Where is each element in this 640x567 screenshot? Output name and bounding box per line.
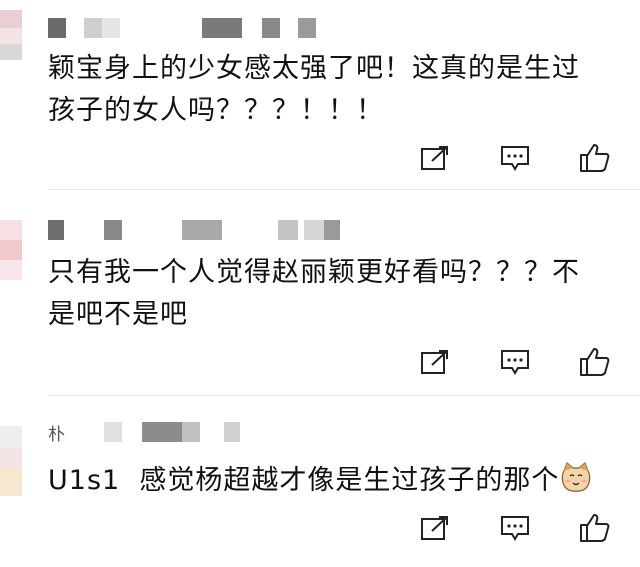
comment-actions bbox=[418, 344, 612, 380]
comment-item-3: 朴 U1s1 感觉杨超越才像是生过孩子的那个 bbox=[0, 396, 640, 567]
avatar[interactable] bbox=[0, 426, 22, 496]
comment-item-1: 颖宝身上的少女感太强了吧！这真的是生过 孩子的女人吗？？？！！！ bbox=[0, 0, 640, 190]
comment-item-2: 只有我一个人觉得赵丽颖更好看吗？？？不 是吧不是吧 bbox=[0, 190, 640, 396]
comment-text: 只有我一个人觉得赵丽颖更好看吗？？？不 是吧不是吧 bbox=[48, 257, 580, 330]
share-icon[interactable] bbox=[418, 345, 452, 379]
share-icon[interactable] bbox=[418, 511, 452, 545]
username-blurred[interactable] bbox=[48, 220, 358, 242]
thumbs-up-icon[interactable] bbox=[578, 141, 612, 175]
comment-icon[interactable] bbox=[498, 511, 532, 545]
share-icon[interactable] bbox=[418, 141, 452, 175]
avatar[interactable] bbox=[0, 10, 22, 60]
comment-text-body: U1s1 感觉杨超越才像是生过孩子的那个 bbox=[48, 465, 560, 496]
comment-text: 颖宝身上的少女感太强了吧！这真的是生过 孩子的女人吗？？？！！！ bbox=[48, 53, 580, 126]
comment-icon[interactable] bbox=[498, 345, 532, 379]
comment-actions bbox=[418, 510, 612, 546]
username-glyph: 朴 bbox=[48, 425, 65, 445]
thumbs-up-icon[interactable] bbox=[578, 511, 612, 545]
username-blurred[interactable]: 朴 bbox=[48, 422, 278, 445]
thumbs-up-icon[interactable] bbox=[578, 345, 612, 379]
cat-face-emoji bbox=[559, 461, 593, 495]
comment-icon[interactable] bbox=[498, 141, 532, 175]
comment-actions bbox=[418, 140, 612, 176]
comment-text: U1s1 感觉杨超越才像是生过孩子的那个 bbox=[48, 460, 618, 502]
avatar[interactable] bbox=[0, 220, 22, 280]
username-blurred[interactable] bbox=[48, 18, 348, 40]
